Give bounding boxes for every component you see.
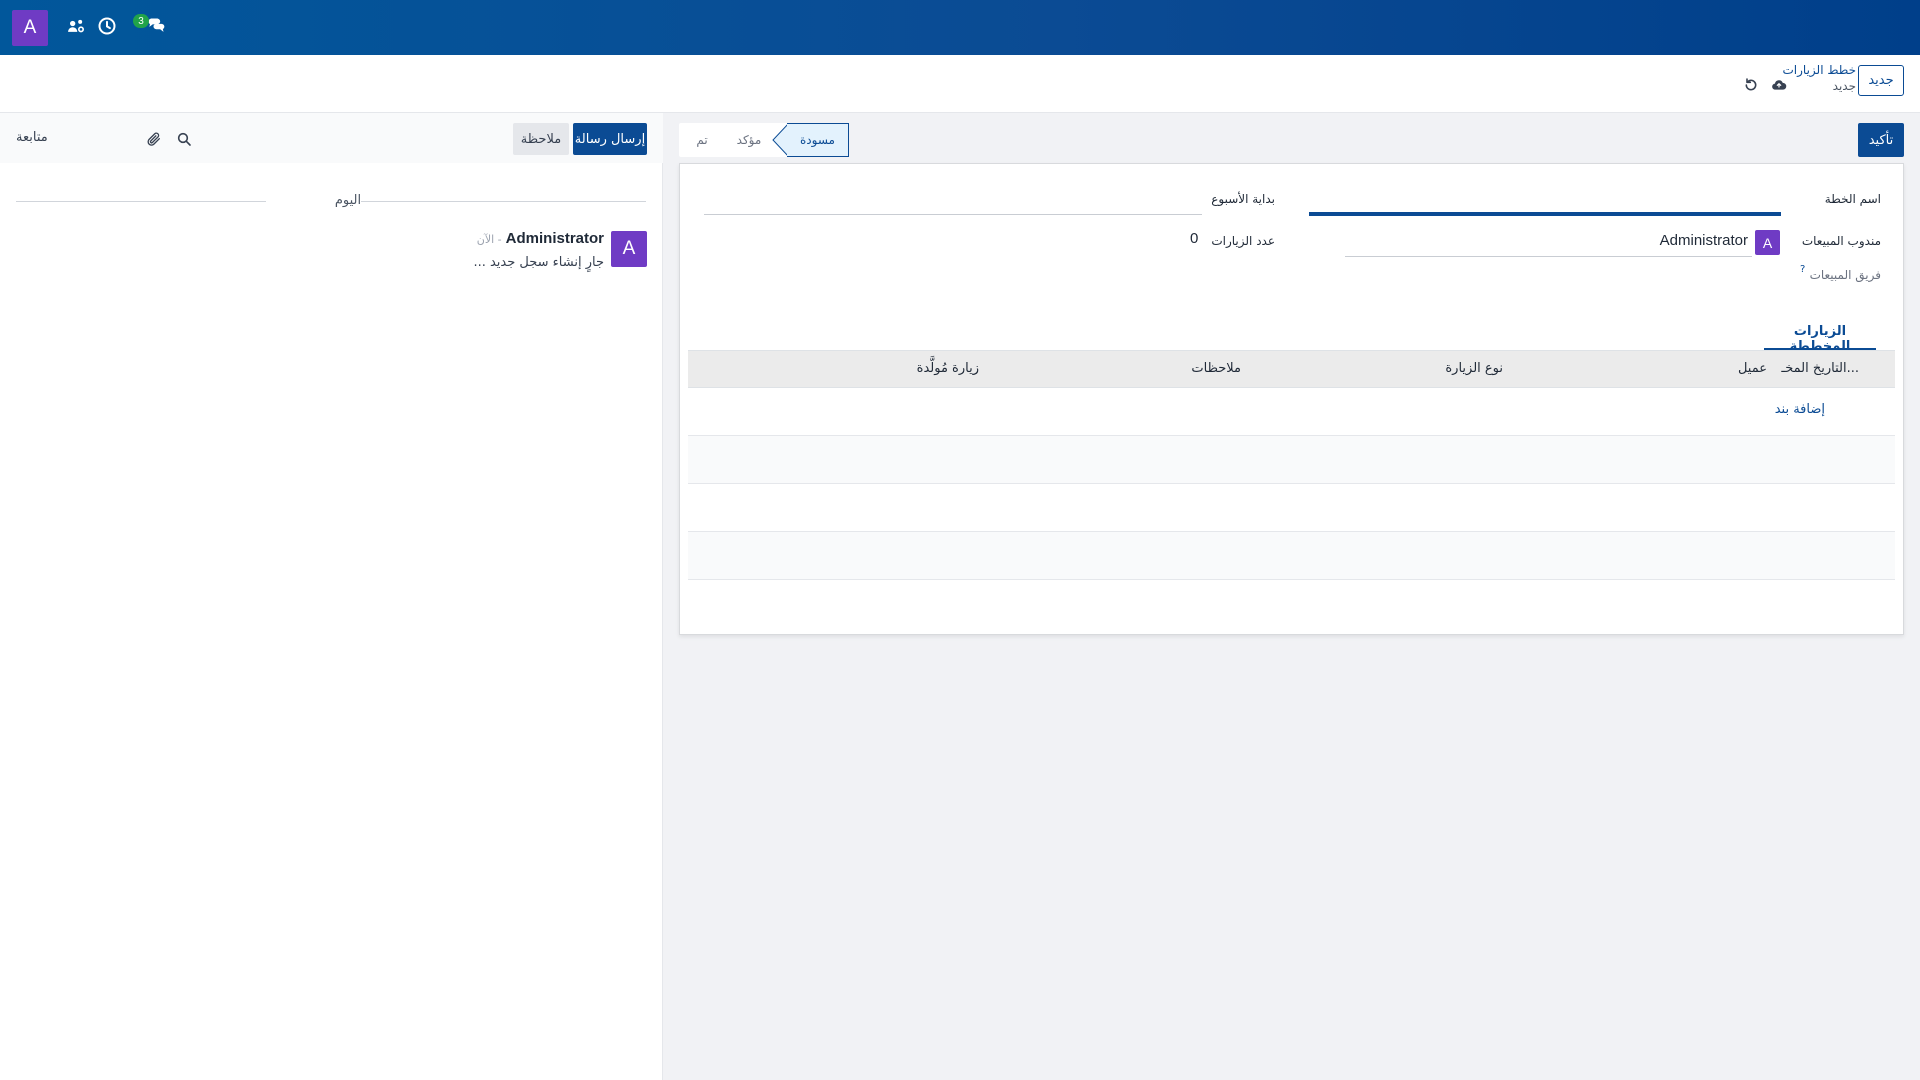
stage-draft[interactable]: مسودة: [787, 123, 849, 157]
message-body: جارٍ إنشاء سجل جديد ...: [473, 255, 604, 270]
message-time: - الآن: [476, 233, 502, 246]
salesperson-avatar: A: [1755, 230, 1780, 255]
planned-visits-table: التاريخ المخـ... عميل نوع الزيارة ملاحظا…: [688, 350, 1895, 580]
chat-glyph: [148, 18, 165, 32]
confirm-button[interactable]: تأكيد: [1858, 123, 1904, 157]
message-author[interactable]: Administrator: [506, 230, 604, 247]
clock-icon[interactable]: [95, 14, 119, 38]
paperclip-glyph: [147, 132, 160, 146]
follow-button[interactable]: متابعة: [16, 130, 48, 145]
week-start-label: بداية الأسبوع: [1211, 192, 1275, 206]
tab-planned-visits[interactable]: الزيارات المخططة: [1764, 320, 1876, 354]
search-icon[interactable]: [175, 130, 193, 148]
top-navbar: A 3: [0, 0, 1920, 55]
table-row-empty: [688, 532, 1895, 580]
log-note-button[interactable]: ملاحظة: [513, 123, 569, 155]
send-message-button[interactable]: إرسال رسالة: [573, 123, 647, 155]
day-separator-label: اليوم: [334, 193, 362, 208]
search-glyph: [177, 132, 191, 146]
table-row-empty: [688, 436, 1895, 484]
form-sheet: اسم الخطة بداية الأسبوع مندوب المبيعات A…: [679, 163, 1904, 635]
cloud-save-glyph: [1772, 80, 1787, 90]
user-connections-glyph: [68, 19, 84, 33]
separator-line-right: [16, 201, 266, 202]
message-header: Administrator - الآن: [477, 230, 604, 247]
week-start-input[interactable]: [704, 214, 1202, 215]
discard-icon[interactable]: [1742, 76, 1760, 94]
add-line-link[interactable]: إضافة بند: [1775, 402, 1825, 417]
column-customer[interactable]: عميل: [1738, 361, 1767, 376]
separator-line-left: [361, 201, 646, 202]
control-panel: جديد خطط الزيارات جديد: [0, 55, 1920, 113]
discard-glyph: [1745, 78, 1757, 91]
clock-glyph: [98, 17, 116, 35]
table-row-add: إضافة بند: [688, 388, 1895, 436]
sales-team-help-icon[interactable]: ?: [1800, 264, 1805, 275]
salesperson-value[interactable]: Administrator: [1660, 232, 1748, 249]
column-planned-date[interactable]: التاريخ المخـ...: [1781, 361, 1859, 376]
chatter-panel: إرسال رسالة ملاحظة متابعة اليوم A Admini…: [0, 113, 663, 1080]
user-avatar[interactable]: A: [12, 10, 48, 46]
stage-done[interactable]: تم: [687, 123, 717, 157]
visits-count-value: 0: [1190, 230, 1199, 247]
column-visit-type[interactable]: نوع الزيارة: [1445, 361, 1503, 376]
salesperson-label: مندوب المبيعات: [1801, 234, 1881, 248]
day-separator: اليوم: [16, 193, 646, 209]
visits-count-label: عدد الزيارات: [1211, 234, 1275, 248]
sales-team-label: فريق المبيعات: [1809, 268, 1881, 282]
status-row: تأكيد تم مؤكد مسودة: [663, 113, 1920, 163]
breadcrumb: خطط الزيارات جديد: [1783, 63, 1857, 93]
table-header: التاريخ المخـ... عميل نوع الزيارة ملاحظا…: [688, 350, 1895, 388]
cloud-save-icon[interactable]: [1770, 76, 1788, 94]
column-generated-visit[interactable]: زيارة مُولَّدة: [917, 361, 979, 376]
status-bar: تم مؤكد مسودة: [679, 123, 849, 157]
user-connections-icon[interactable]: [64, 14, 88, 38]
new-button[interactable]: جديد: [1858, 65, 1904, 96]
chatter-toolbar: إرسال رسالة ملاحظة متابعة: [0, 113, 663, 163]
plan-name-label: اسم الخطة: [1824, 192, 1881, 206]
table-row-empty: [688, 484, 1895, 532]
breadcrumb-current: جديد: [1832, 79, 1856, 93]
plan-name-input[interactable]: [1309, 212, 1781, 216]
column-notes[interactable]: ملاحظات: [1191, 361, 1241, 376]
salesperson-input-line: [1345, 256, 1752, 257]
message-author-avatar[interactable]: A: [611, 231, 647, 267]
paperclip-icon[interactable]: [145, 130, 163, 148]
breadcrumb-parent[interactable]: خطط الزيارات: [1783, 63, 1857, 77]
messages-badge: 3: [133, 14, 149, 28]
stage-confirmed[interactable]: مؤكد: [729, 123, 769, 157]
